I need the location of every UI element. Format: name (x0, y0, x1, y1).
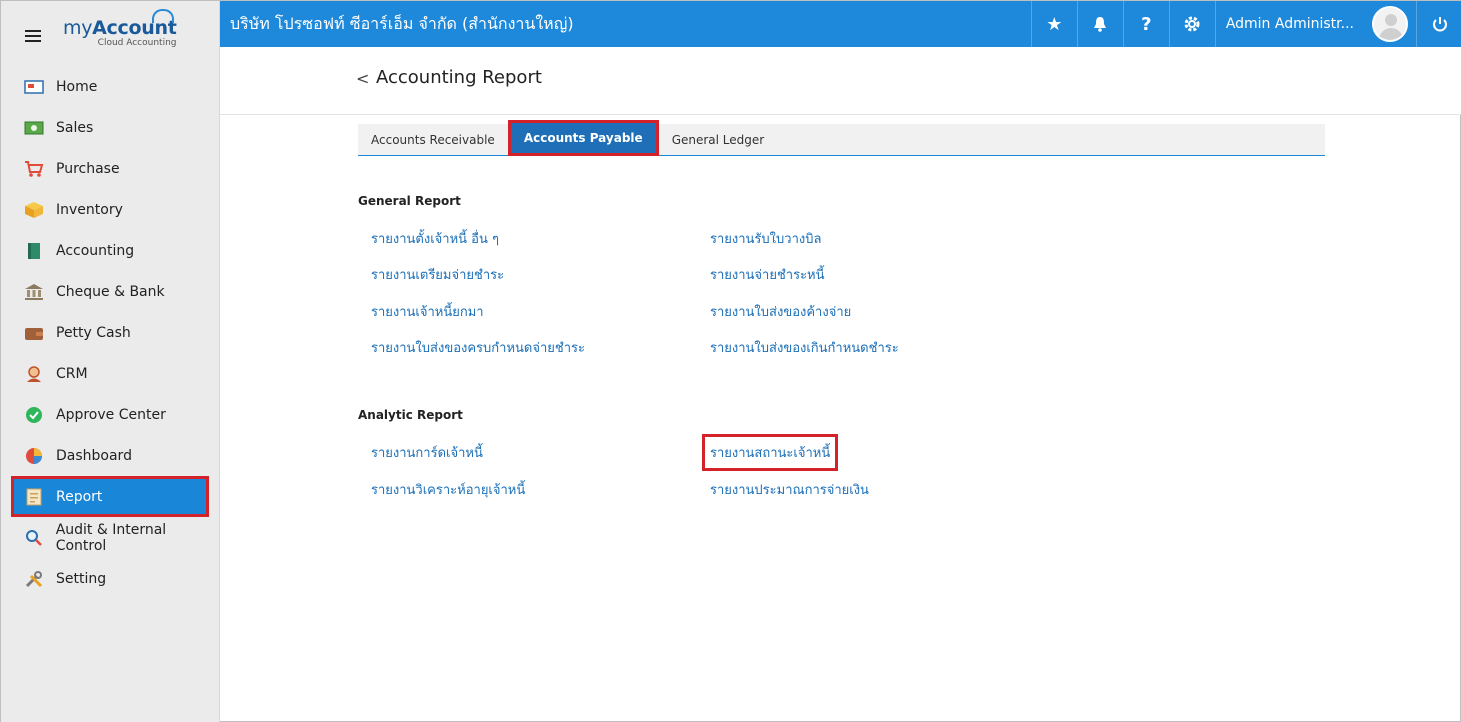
report-link[interactable]: รายงานเจ้าหนี้ยกมา (371, 301, 484, 322)
sidebar-item-label: Setting (56, 570, 107, 587)
sidebar-item-label: CRM (56, 365, 88, 382)
analytic-report-title: Analytic Report (358, 408, 463, 422)
sidebar-item-label: Cheque & Bank (56, 283, 165, 300)
sidebar-item-label: Home (56, 78, 98, 95)
avatar (1372, 6, 1408, 42)
pie-chart-icon (23, 447, 45, 465)
sidebar-item-label: Petty Cash (56, 324, 131, 341)
notification-bell-icon[interactable] (1076, 1, 1123, 47)
cloud-icon (152, 8, 175, 23)
favorites-star-icon[interactable]: ★ (1030, 1, 1077, 47)
sidebar-item-purchase[interactable]: Purchase (1, 148, 219, 189)
sidebar-item-sales[interactable]: Sales (1, 107, 219, 148)
report-link[interactable]: รายงานการ์ดเจ้าหนี้ (371, 442, 483, 463)
report-link[interactable]: รายงานวิเคราะห์อายุเจ้าหนี้ (371, 479, 525, 500)
logo-tagline: Cloud Accounting (97, 37, 177, 48)
general-report-title: General Report (358, 194, 461, 208)
sidebar-item-petty-cash[interactable]: Petty Cash (1, 312, 219, 353)
crm-icon (23, 365, 45, 383)
company-name[interactable]: บริษัท โปรซอฟท์ ซีอาร์เอ็ม จำกัด (สำนักง… (220, 12, 1031, 37)
report-icon (23, 488, 45, 506)
power-logout-icon[interactable] (1416, 1, 1461, 47)
sidebar-item-label: Accounting (56, 242, 135, 259)
sidebar-nav: Home Sales Purchase Inventory Accounting… (1, 66, 219, 599)
report-link[interactable]: รายงานใบส่งของค้างจ่าย (710, 301, 851, 322)
sidebar-item-cheque-bank[interactable]: Cheque & Bank (1, 271, 219, 312)
page-title: Accounting Report (376, 67, 542, 88)
box-icon (23, 201, 45, 219)
sidebar-item-label: Audit & Internal Control (55, 521, 167, 554)
sidebar-item-setting[interactable]: Setting (1, 558, 219, 599)
tab-accounts-payable[interactable]: Accounts Payable (507, 120, 659, 156)
report-tabs: Accounts Receivable Accounts Payable Gen… (358, 120, 1325, 156)
bank-icon (23, 283, 45, 301)
tab-general-ledger[interactable]: General Ledger (659, 124, 778, 156)
report-link[interactable]: รายงานรับใบวางบิล (710, 228, 821, 249)
cart-icon (23, 160, 45, 178)
sidebar-item-label: Approve Center (56, 406, 166, 423)
sidebar-item-inventory[interactable]: Inventory (1, 189, 219, 230)
magnifier-icon (23, 529, 45, 547)
sidebar-item-dashboard[interactable]: Dashboard (1, 435, 219, 476)
logo[interactable]: myAccount Cloud Accounting (63, 8, 177, 48)
sidebar-item-crm[interactable]: CRM (1, 353, 219, 394)
help-icon[interactable]: ? (1122, 1, 1169, 47)
report-link[interactable]: รายงานใบส่งของเกินกำหนดชำระ (710, 337, 899, 358)
sidebar-item-approve-center[interactable]: Approve Center (1, 394, 219, 435)
sidebar-item-report[interactable]: Report (11, 476, 209, 517)
creditor-status-report-link[interactable]: รายงานสถานะเจ้าหนี้ (701, 434, 839, 471)
brand: myAccount Cloud Accounting (1, 1, 219, 65)
user-name: Admin Administr... (1225, 16, 1354, 32)
logo-prefix: my (63, 16, 93, 39)
home-icon (23, 78, 45, 96)
user-menu[interactable]: Admin Administr... (1214, 1, 1416, 47)
report-link[interactable]: รายงานตั้งเจ้าหนี้ อื่น ๆ (371, 228, 499, 249)
tools-icon (23, 570, 45, 588)
gear-icon[interactable] (1168, 1, 1215, 47)
report-link[interactable]: รายงานประมาณการจ่ายเงิน (710, 479, 869, 500)
top-bar: บริษัท โปรซอฟท์ ซีอาร์เอ็ม จำกัด (สำนักง… (220, 1, 1461, 47)
book-icon (23, 242, 45, 260)
back-chevron-icon[interactable]: < (356, 69, 369, 88)
hamburger-menu-icon[interactable] (25, 30, 41, 42)
check-circle-icon (23, 406, 45, 424)
sidebar-item-audit[interactable]: Audit & Internal Control (1, 517, 219, 558)
sidebar-item-label: Report (56, 488, 103, 505)
wallet-icon (23, 324, 45, 342)
report-link[interactable]: รายงานเตรียมจ่ายชำระ (371, 264, 504, 285)
report-link[interactable]: รายงานจ่ายชำระหนี้ (710, 264, 825, 285)
sidebar-item-label: Dashboard (56, 447, 132, 464)
sidebar: myAccount Cloud Accounting Home Sales Pu… (1, 1, 220, 722)
sidebar-item-label: Inventory (56, 201, 123, 218)
report-link[interactable]: รายงานใบส่งของครบกำหนดจ่ายชำระ (371, 337, 585, 358)
sidebar-item-accounting[interactable]: Accounting (1, 230, 219, 271)
sidebar-item-label: Sales (56, 119, 94, 136)
page-header: < Accounting Report (220, 47, 1461, 115)
tab-accounts-receivable[interactable]: Accounts Receivable (358, 124, 508, 156)
sidebar-item-label: Purchase (56, 160, 120, 177)
sidebar-item-home[interactable]: Home (1, 66, 219, 107)
money-icon (23, 119, 45, 137)
